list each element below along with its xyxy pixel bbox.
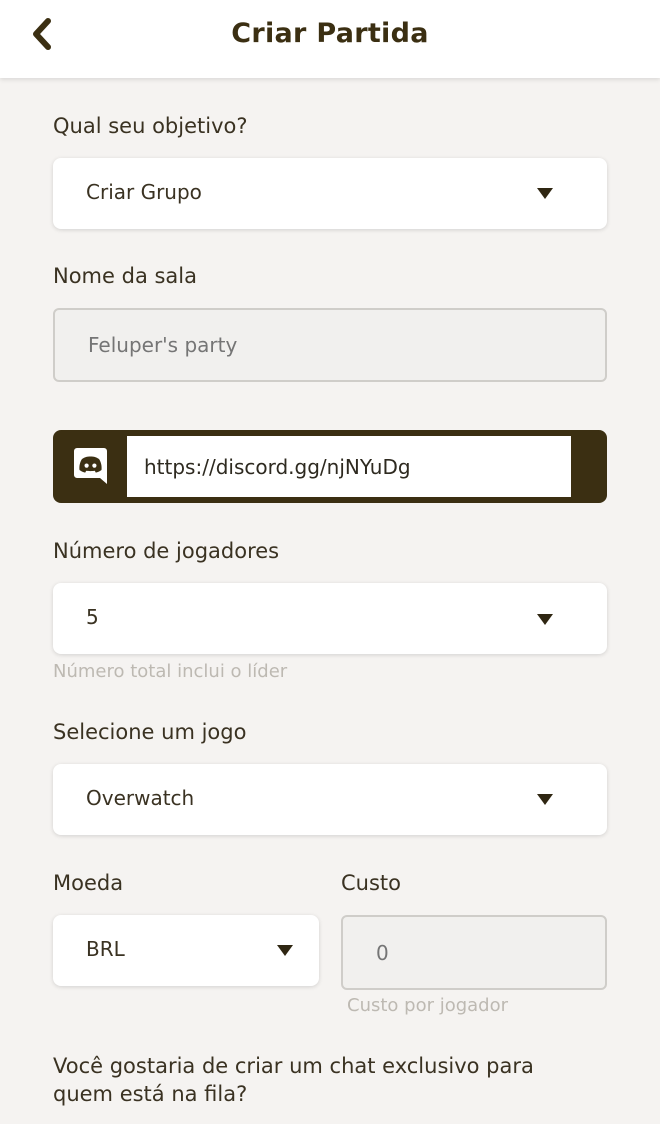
game-select[interactable]: Overwatch	[53, 764, 607, 835]
cost-label: Custo	[341, 871, 401, 895]
cost-field-box	[341, 915, 607, 990]
discord-url-input[interactable]	[127, 436, 571, 497]
currency-value: BRL	[86, 937, 125, 961]
room-name-label: Nome da sala	[53, 264, 197, 288]
dropdown-caret-icon	[537, 188, 553, 199]
objective-value: Criar Grupo	[86, 180, 202, 204]
exclusive-chat-question: Você gostaria de criar um chat exclusivo…	[53, 1054, 534, 1106]
room-name-input[interactable]	[55, 310, 605, 380]
currency-select[interactable]: BRL	[53, 915, 319, 986]
discord-link-field	[53, 430, 607, 503]
dropdown-caret-icon	[537, 614, 553, 625]
top-app-bar: Criar Partida	[0, 0, 660, 78]
cost-hint: Custo por jogador	[347, 995, 509, 1016]
page-title: Criar Partida	[231, 18, 429, 49]
currency-label: Moeda	[53, 871, 124, 895]
objective-select[interactable]: Criar Grupo	[53, 158, 607, 229]
room-name-field-box	[53, 308, 607, 382]
players-value: 5	[86, 605, 99, 629]
discord-icon	[74, 448, 107, 484]
players-select[interactable]: 5	[53, 583, 607, 654]
objective-label: Qual seu objetivo?	[53, 114, 248, 138]
dropdown-caret-icon	[537, 794, 553, 805]
game-label: Selecione um jogo	[53, 720, 247, 744]
cost-input[interactable]	[343, 917, 605, 988]
game-value: Overwatch	[86, 786, 195, 810]
players-label: Número de jogadores	[53, 539, 280, 563]
players-hint: Número total inclui o líder	[53, 661, 288, 682]
dropdown-caret-icon	[277, 945, 293, 956]
